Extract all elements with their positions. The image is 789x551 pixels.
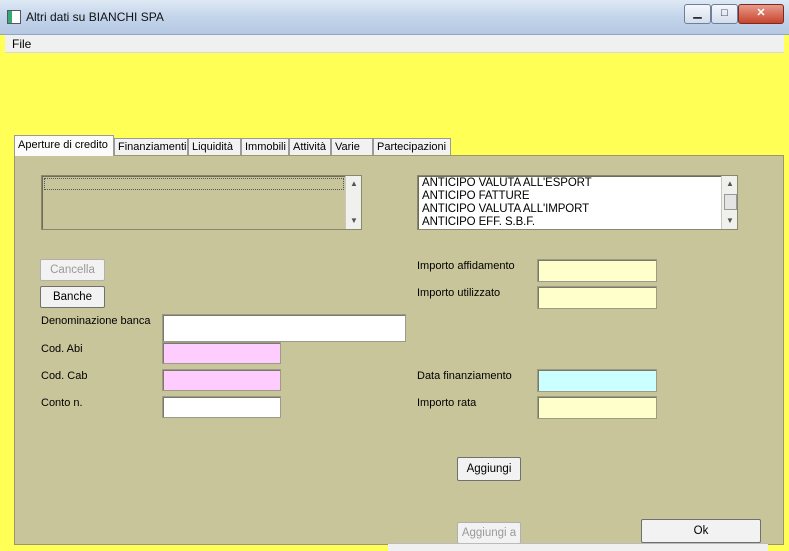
maximize-button[interactable]: □ [711, 4, 738, 24]
ok-button[interactable]: Ok [641, 519, 761, 543]
cancella-button[interactable]: Cancella [40, 259, 105, 281]
title-bar: Altri dati su BIANCHI SPA ▁ □ ✕ [0, 0, 789, 35]
tab-immobili[interactable]: Immobili [241, 138, 289, 155]
minimize-button[interactable]: ▁ [684, 4, 711, 24]
scroll-up-icon[interactable]: ▲ [346, 177, 362, 191]
list-item[interactable]: ANTICIPO VALUTA ALL'IMPORT [422, 203, 589, 215]
cod-abi-input[interactable] [162, 342, 281, 364]
aggiungi-a-button[interactable]: Aggiungi a [457, 522, 521, 544]
denominazione-banca-label: Denominazione banca [41, 315, 151, 327]
list-item[interactable]: ANTICIPO FATTURE [422, 190, 530, 202]
banche-button[interactable]: Banche [40, 286, 105, 308]
importo-affidamento-input[interactable] [537, 259, 657, 282]
data-finanziamento-label: Data finanziamento [417, 370, 512, 382]
bank-list-scrollbar[interactable]: ▲ ▼ [345, 176, 361, 229]
scroll-up-icon[interactable]: ▲ [722, 177, 738, 191]
menu-file[interactable]: File [12, 37, 31, 51]
app-icon [7, 10, 21, 24]
credit-type-list[interactable]: ANTICIPO VALUTA ALL'ESPORT ANTICIPO FATT… [417, 175, 738, 230]
scroll-down-icon[interactable]: ▼ [346, 214, 362, 228]
tab-varie[interactable]: Varie [331, 138, 373, 155]
importo-affidamento-label: Importo affidamento [417, 260, 515, 272]
credit-list-scrollbar[interactable]: ▲ ▼ [721, 176, 737, 229]
scroll-thumb[interactable] [724, 194, 737, 210]
denominazione-banca-input[interactable] [162, 314, 406, 342]
conto-n-label: Conto n. [41, 397, 83, 409]
menu-bar: File [5, 35, 784, 53]
aggiungi-button[interactable]: Aggiungi [457, 457, 521, 481]
list-item[interactable]: ANTICIPO VALUTA ALL'ESPORT [422, 177, 592, 189]
bank-list[interactable]: ▲ ▼ [41, 175, 362, 230]
tab-aperture-di-credito[interactable]: Aperture di credito [14, 135, 114, 156]
cod-cab-input[interactable] [162, 369, 281, 391]
list-focus-rect [44, 178, 344, 190]
data-finanziamento-input[interactable] [537, 369, 657, 392]
window-title: Altri dati su BIANCHI SPA [26, 10, 164, 24]
tab-liquidita[interactable]: Liquidità [188, 138, 241, 155]
importo-rata-input[interactable] [537, 396, 657, 419]
cod-abi-label: Cod. Abi [41, 343, 83, 355]
close-button[interactable]: ✕ [738, 4, 784, 24]
tab-partecipazioni[interactable]: Partecipazioni [373, 138, 451, 155]
tab-attivita[interactable]: Attività [289, 138, 331, 155]
importo-rata-label: Importo rata [417, 397, 477, 409]
list-item[interactable]: ANTICIPO EFF. S.B.F. [422, 216, 535, 228]
tab-panel: ▲ ▼ ANTICIPO VALUTA ALL'ESPORT ANTICIPO … [14, 155, 784, 545]
scroll-down-icon[interactable]: ▼ [722, 214, 738, 228]
tab-finanziamenti[interactable]: Finanziamenti [114, 138, 188, 155]
cod-cab-label: Cod. Cab [41, 370, 88, 382]
conto-n-input[interactable] [162, 396, 281, 418]
importo-utilizzato-input[interactable] [537, 286, 657, 309]
importo-utilizzato-label: Importo utilizzato [417, 287, 501, 299]
